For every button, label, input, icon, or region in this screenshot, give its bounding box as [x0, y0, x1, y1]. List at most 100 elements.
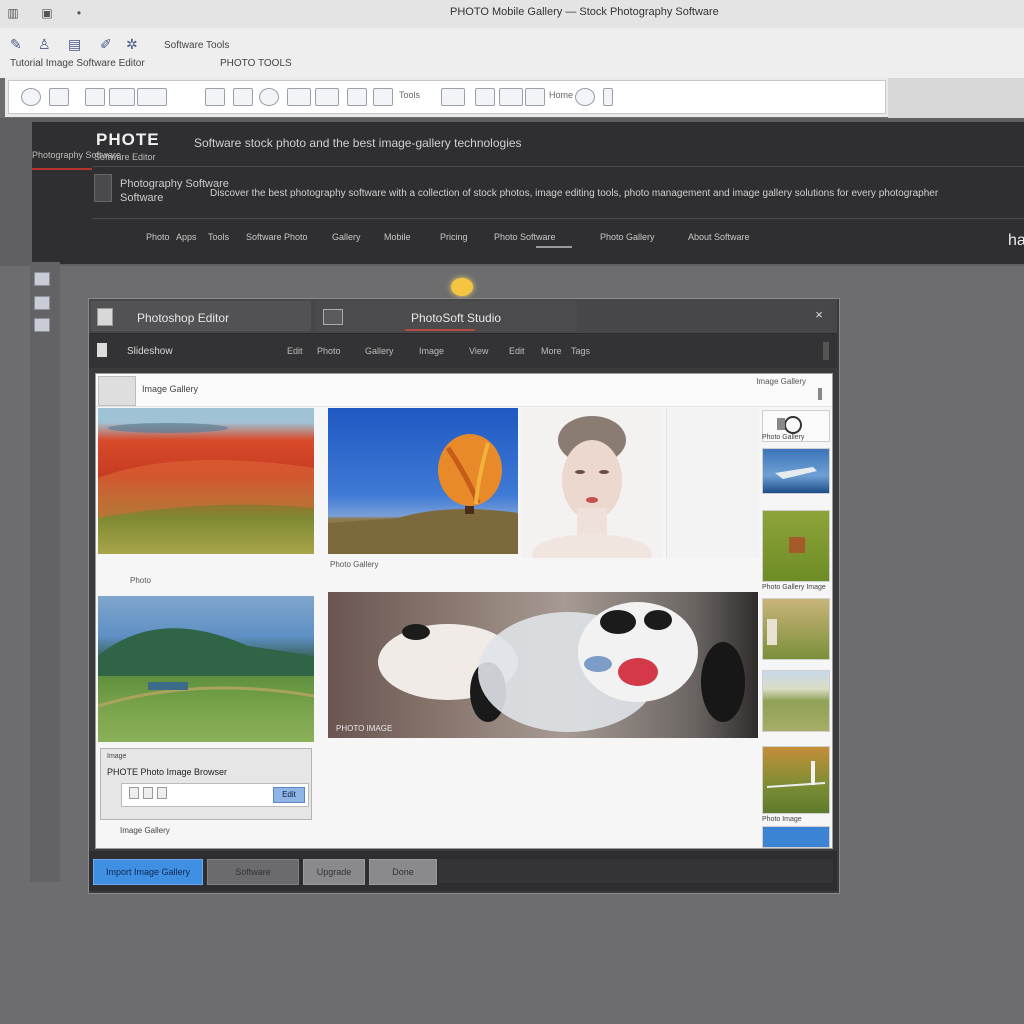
dialog-footer: Import Image Gallery Software Upgrade Do… [89, 851, 837, 891]
save-icon[interactable]: ▣ [40, 6, 54, 20]
upgrade-button[interactable]: Upgrade [303, 859, 365, 885]
thumbnail-sky[interactable] [762, 826, 830, 848]
nav-item[interactable]: Software Photo [246, 232, 308, 242]
document-icon [97, 308, 113, 326]
toolbar-text[interactable]: Tools [399, 90, 420, 100]
photo-portrait[interactable] [522, 408, 662, 558]
divider [92, 166, 1024, 167]
close-button[interactable]: × [809, 305, 829, 325]
sidebar-icon[interactable] [34, 318, 50, 332]
toolbar-label[interactable]: Slideshow [127, 346, 173, 357]
photo-hot-air-balloon[interactable] [328, 408, 518, 554]
folder-thumbnail[interactable] [98, 376, 136, 406]
photo-green-hills[interactable] [98, 596, 314, 742]
popup-edit-button[interactable]: Edit [273, 787, 305, 803]
window-title: PHOTO Mobile Gallery — Stock Photography… [450, 6, 719, 18]
ribbon: ✎ ♙ ▤ ✐ ✲ Software Tools Tutorial Image … [0, 28, 1024, 78]
nav-item[interactable]: Mobile [384, 232, 411, 242]
tab-label: Photoshop Editor [137, 311, 230, 325]
dialog-toolbar: Slideshow Edit Photo Gallery Image View … [89, 334, 837, 368]
circle-tool-icon[interactable] [21, 88, 41, 106]
nav-item[interactable]: Tools [208, 232, 229, 242]
text-tool-icon[interactable] [49, 88, 69, 106]
image-tool-icon[interactable] [109, 88, 135, 106]
thumbnail-jet[interactable] [762, 448, 830, 494]
popup-title: Image [107, 753, 127, 760]
nav-item[interactable]: Gallery [332, 232, 361, 242]
tools-icon[interactable]: ✲ [126, 36, 138, 53]
scrollbar[interactable] [823, 342, 829, 360]
toolbar-item[interactable]: View [469, 346, 488, 356]
tab-editor[interactable]: Photoshop Editor [91, 301, 311, 331]
toolbar-item[interactable]: More [541, 346, 562, 356]
gallery-header-right: Image Gallery [756, 377, 806, 386]
sidebar-icon[interactable] [34, 296, 50, 310]
layers-tool-icon[interactable] [315, 88, 339, 106]
document-tool-icon[interactable] [373, 88, 393, 106]
copy-tool-icon[interactable] [525, 88, 545, 106]
table-tool-icon[interactable] [441, 88, 465, 106]
thumbnail-caption: Photo Gallery Image [762, 584, 826, 591]
grid-tool-icon[interactable] [137, 88, 167, 106]
photo-caption: PHOTO IMAGE [336, 724, 393, 733]
tab-studio[interactable]: PhotoSoft Studio [315, 301, 577, 331]
thumbnail-caption: Photo Image [762, 816, 802, 823]
shape-tool-icon[interactable] [205, 88, 225, 106]
nav-item[interactable]: Apps [176, 232, 197, 242]
dialog-title-bar: Photoshop Editor PhotoSoft Studio × [89, 299, 837, 334]
sidebar-icon[interactable] [34, 272, 50, 286]
toolbar-text-2[interactable]: Home [549, 90, 573, 100]
slideshow-icon[interactable] [97, 343, 107, 357]
toolbar-item[interactable]: Gallery [365, 346, 394, 356]
popup-line: PHOTE Photo Image Browser [107, 767, 228, 777]
main-toolbar: Tools Home [8, 80, 886, 114]
software-button[interactable]: Software [207, 859, 299, 885]
file-icon[interactable] [143, 787, 153, 799]
folder-icon[interactable] [129, 787, 139, 799]
crop-tool-icon[interactable] [233, 88, 253, 106]
pen-icon[interactable]: ✎ [10, 36, 22, 53]
nav-item[interactable]: Pricing [440, 232, 468, 242]
nav-item-active[interactable]: Photo Software [494, 232, 556, 242]
scroll-handle[interactable] [818, 388, 822, 400]
blank-tile [666, 408, 759, 558]
photo-red-field[interactable] [98, 408, 314, 554]
thumbnail-meadow[interactable] [762, 670, 830, 732]
thumbnail-fence[interactable] [762, 746, 830, 814]
pin-icon[interactable]: • [72, 6, 86, 20]
toolbar-item[interactable]: Photo [317, 346, 341, 356]
done-button[interactable]: Done [369, 859, 437, 885]
thumbnail-farm[interactable] [762, 598, 830, 660]
site-logo[interactable]: PHOTE [96, 130, 160, 150]
location-tool-icon[interactable] [259, 88, 279, 106]
search-icon[interactable] [575, 88, 595, 106]
photo-dog[interactable] [328, 592, 758, 738]
monitor-tool-icon[interactable] [347, 88, 367, 106]
edit-icon[interactable]: ✐ [100, 36, 112, 53]
import-button[interactable]: Import Image Gallery [93, 859, 203, 885]
brush-tool-icon[interactable] [85, 88, 105, 106]
image-icon[interactable] [157, 787, 167, 799]
image-icon [323, 309, 343, 325]
toolbar-item[interactable]: Edit [287, 346, 303, 356]
app-icon[interactable]: ▥ [6, 6, 20, 20]
nav-item[interactable]: Photo [146, 232, 170, 242]
nav-item[interactable]: About Software [688, 232, 750, 242]
truncated-text: ha [1008, 232, 1024, 249]
ribbon-section-label: PHOTO TOOLS [220, 58, 292, 69]
ribbon-label: Software Tools [164, 40, 230, 51]
toolbar-item[interactable]: Image [419, 346, 444, 356]
toolbar-item[interactable]: Tags [571, 346, 590, 356]
nav-item[interactable]: Photo Gallery [600, 232, 655, 242]
layer-icon[interactable]: ▤ [68, 36, 81, 53]
thumbnail-field[interactable] [762, 510, 830, 582]
site-tagline: Software stock photo and the best image-… [194, 136, 522, 150]
frame-tool-icon[interactable] [287, 88, 311, 106]
gallery-title: Image Gallery [142, 384, 199, 394]
settings-icon[interactable] [603, 88, 613, 106]
page-tool-icon[interactable] [475, 88, 495, 106]
user-icon[interactable]: ♙ [38, 36, 51, 53]
slides-tool-icon[interactable] [499, 88, 523, 106]
toolbar-item[interactable]: Edit [509, 346, 525, 356]
gallery-dialog: Photoshop Editor PhotoSoft Studio × Slid… [88, 298, 840, 894]
